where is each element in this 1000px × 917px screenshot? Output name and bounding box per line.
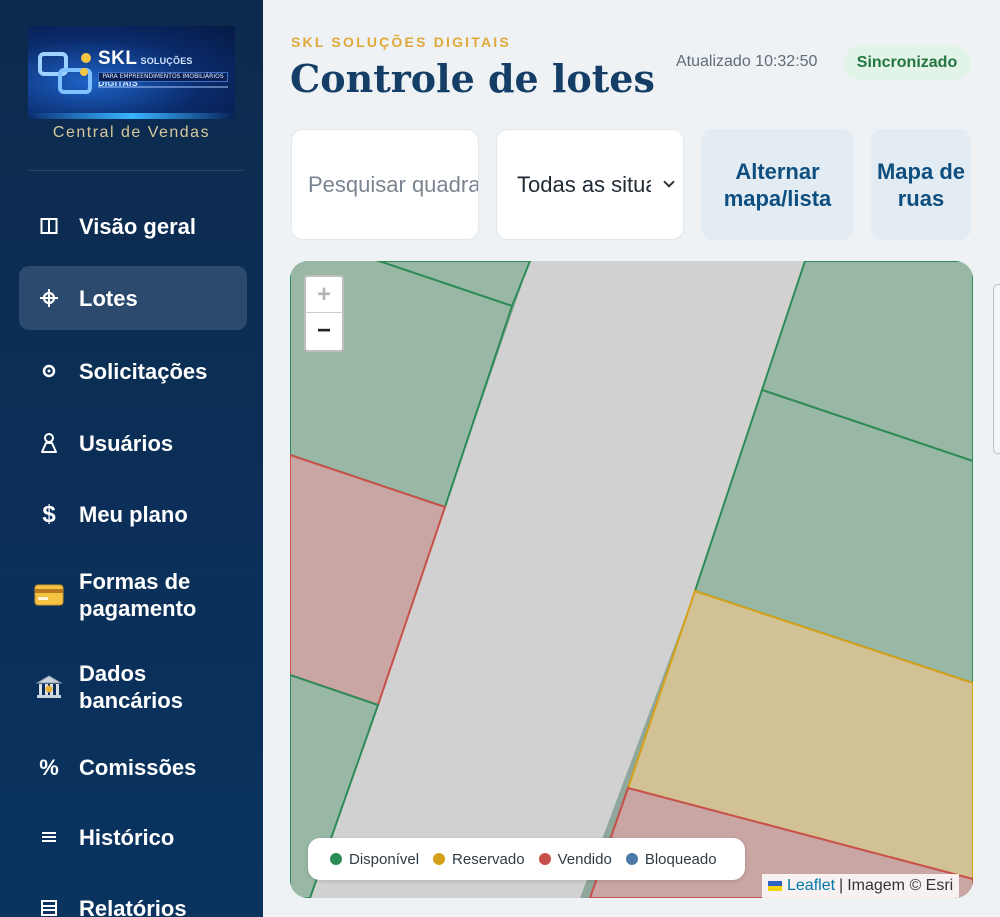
sidebar-item-label: Relatórios (79, 895, 187, 917)
sidebar-item-meu-plano[interactable]: $ Meu plano (19, 495, 247, 533)
legend-item-blocked: Bloqueado (625, 850, 717, 868)
sidebar-item-comissoes[interactable]: % Comissões (19, 748, 247, 786)
legend-label: Vendido (557, 850, 612, 868)
map-attribution: Leaflet | Imagem © Esri (762, 874, 960, 898)
search-input[interactable] (308, 171, 478, 198)
lots-map[interactable]: + − Disponível Reservado Vendido Bloquea… (290, 261, 973, 898)
imagery-credit: Imagem © Esri (847, 877, 954, 894)
legend-dot (538, 853, 551, 865)
status-filter-select[interactable]: Todas as situações (496, 129, 684, 240)
status-filter-value: Todas as situações (517, 171, 651, 197)
legend-label: Disponível (349, 850, 420, 868)
percent-icon: % (39, 754, 59, 780)
sidebar-item-label: Formas de pagamento (79, 569, 197, 621)
chain-logo-icon (38, 52, 92, 94)
sidebar-item-label: Comissões (79, 754, 197, 780)
sidebar-item-lotes[interactable]: Lotes (19, 266, 247, 330)
legend-dot (625, 853, 638, 865)
street-map-button[interactable]: Mapa de ruas (871, 129, 971, 240)
logo-tagline: PARA EMPREENDIMENTOS IMOBILIÁRIOS (98, 72, 228, 82)
legend-label: Bloqueado (644, 850, 717, 868)
sidebar-divider (28, 170, 244, 171)
report-icon (19, 900, 79, 916)
dot-circle-icon (19, 364, 79, 378)
sidebar-item-visao-geral[interactable]: Visão geral (19, 207, 247, 245)
user-icon (19, 432, 79, 454)
leaflet-link[interactable]: Leaflet (787, 877, 835, 895)
chevron-down-icon (663, 176, 675, 188)
sidebar: SKL SOLUÇÕES DIGITAIS PARA EMPREENDIMENTO… (0, 0, 263, 917)
bank-icon (19, 674, 79, 700)
crosshair-icon (19, 288, 79, 308)
lot-parcels (290, 261, 973, 898)
sidebar-item-formas-de-pagamento[interactable]: Formas de pagamento (19, 567, 247, 623)
sidebar-item-relatorios[interactable]: Relatórios (19, 889, 247, 917)
legend-item-available: Disponível (330, 851, 419, 868)
sidebar-item-dados-bancarios[interactable]: Dados bancários (19, 659, 247, 715)
legend-item-reserved: Reservado (433, 851, 525, 868)
sidebar-item-label: Solicitações (79, 358, 208, 384)
page-title: Controle de lotes (290, 56, 655, 101)
legend-label: Reservado (452, 850, 525, 868)
company-logo: SKL SOLUÇÕES DIGITAIS PARA EMPREENDIMENTO… (28, 26, 235, 119)
sidebar-item-label: Usuários (79, 430, 174, 456)
scrollbar-handle[interactable] (993, 284, 1000, 454)
ukraine-flag-icon (768, 881, 782, 891)
sidebar-item-label: Meu plano (79, 501, 188, 527)
legend-dot (330, 853, 342, 865)
sidebar-item-historico[interactable]: Histórico (19, 818, 247, 856)
list-icon (19, 831, 79, 843)
zoom-control: + − (304, 275, 344, 352)
toggle-map-list-button[interactable]: Alternar mapa/lista (701, 129, 854, 240)
zoom-out-button[interactable]: − (306, 313, 342, 349)
legend-dot (433, 853, 446, 865)
dollar-icon: $ (42, 500, 56, 528)
zoom-in-button[interactable]: + (306, 277, 342, 313)
sidebar-item-label: Dados bancários (79, 661, 183, 713)
credit-card-icon (19, 584, 79, 606)
sidebar-item-usuarios[interactable]: Usuários (19, 424, 247, 462)
sidebar-item-label: Lotes (79, 285, 138, 311)
sidebar-item-solicitacoes[interactable]: Solicitações (19, 352, 247, 390)
sync-status-badge: Sincronizado (843, 46, 971, 80)
logo-rule (98, 86, 228, 88)
sidebar-caption: Central de Vendas (52, 124, 211, 141)
legend-item-sold: Vendido (538, 850, 612, 868)
logo-glow (28, 113, 235, 119)
last-updated: Atualizado 10:32:50 (676, 53, 818, 70)
map-legend: Disponível Reservado Vendido Bloqueado (308, 838, 745, 880)
page-kicker: SKL SOLUÇÕES DIGITAIS (291, 34, 511, 50)
layout-icon (19, 217, 79, 235)
search-box[interactable] (291, 129, 479, 240)
attribution-separator: | (839, 877, 844, 894)
sidebar-item-label: Histórico (79, 824, 175, 850)
sidebar-item-label: Visão geral (79, 213, 196, 239)
